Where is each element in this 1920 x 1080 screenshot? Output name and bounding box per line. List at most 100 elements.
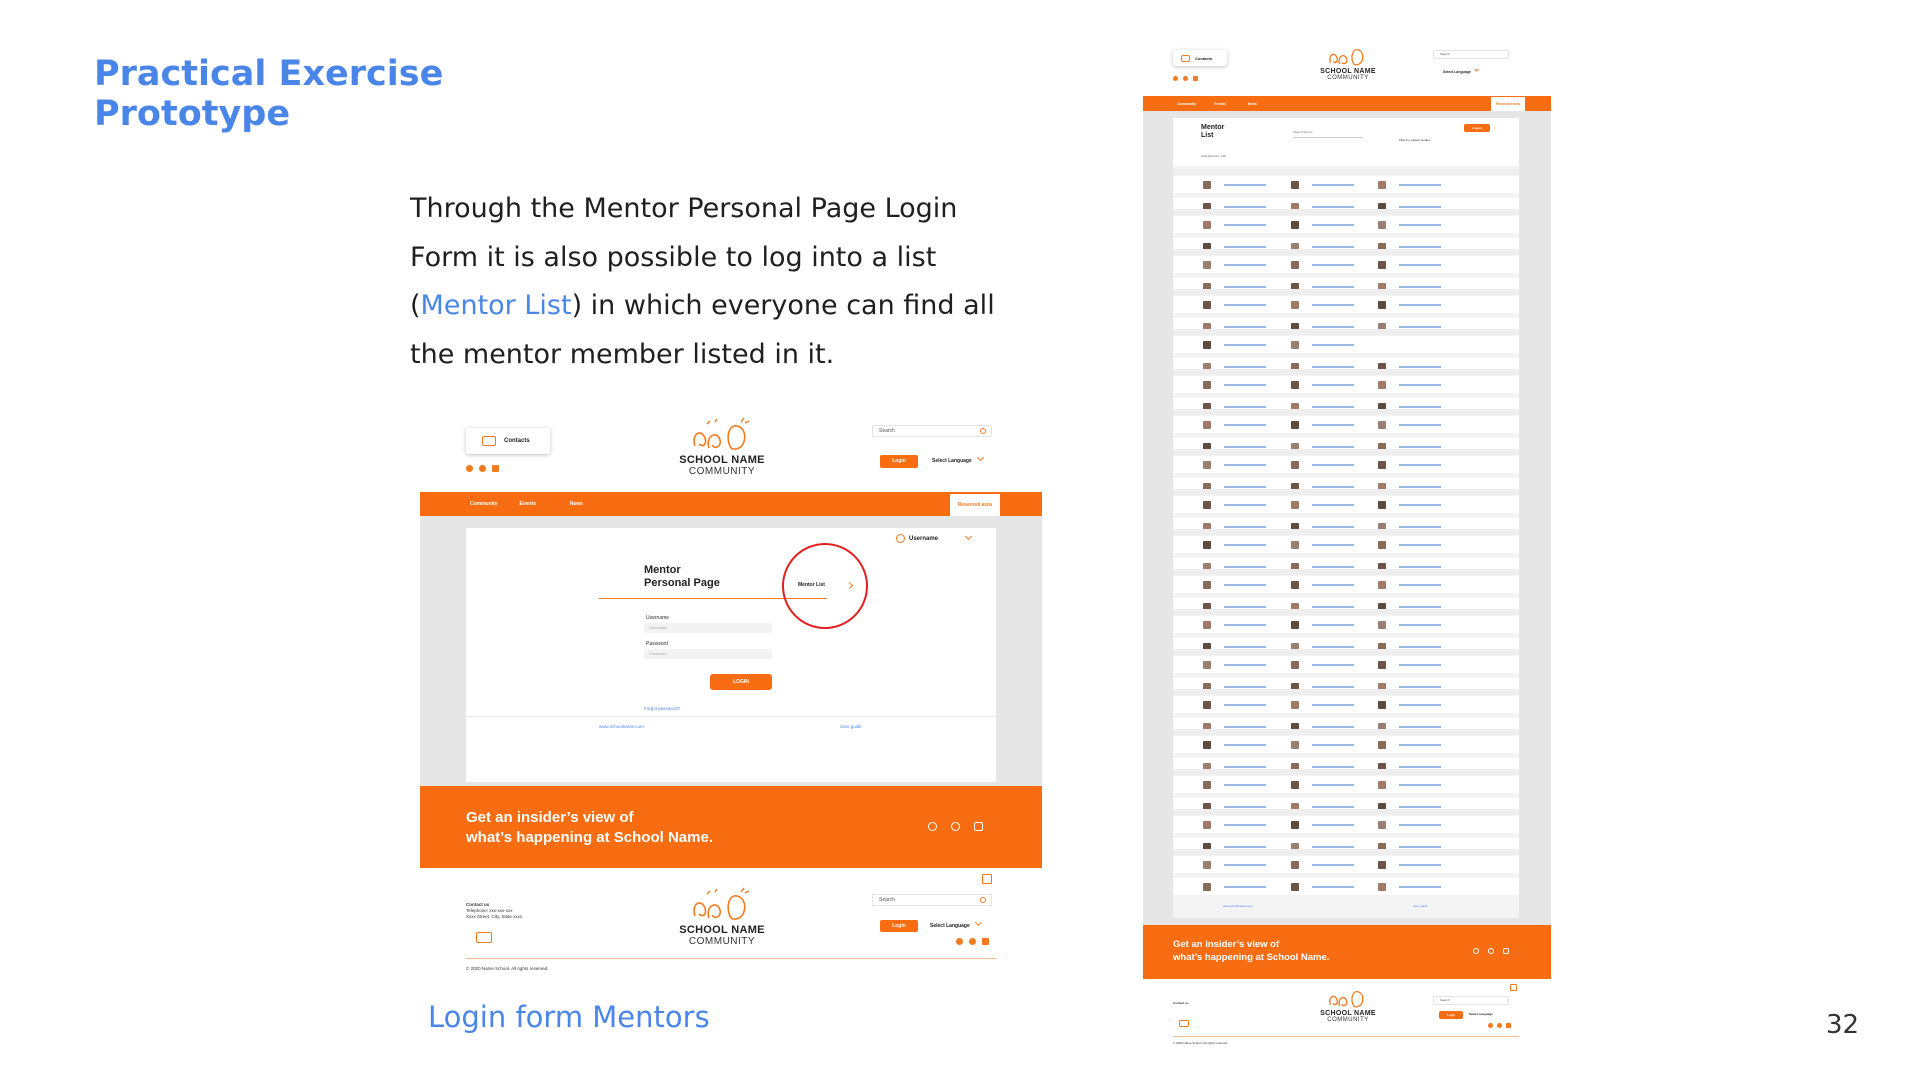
mentor-name-link[interactable] [1399,446,1441,448]
site-link[interactable]: www.schoolname.com [599,724,644,729]
mentor-entry[interactable] [1291,421,1354,429]
instagram-icon[interactable] [479,465,486,472]
mentor-name-link[interactable] [1224,726,1266,728]
mentor-name-link[interactable] [1224,784,1266,786]
mentor-name-link[interactable] [1224,424,1266,426]
mentor-name-link[interactable] [1312,446,1354,448]
mentor-name-link[interactable] [1224,446,1266,448]
chat-icon[interactable] [476,932,492,943]
linkedin-icon[interactable] [1193,76,1198,81]
mentor-name-link[interactable] [1224,286,1266,288]
mentor-name-link[interactable] [1224,584,1266,586]
mentor-name-link[interactable] [1399,384,1441,386]
mentor-entry[interactable] [1291,861,1354,869]
mentor-entry[interactable] [1291,581,1354,589]
mentor-entry[interactable] [1378,883,1441,891]
mentor-name-link[interactable] [1312,544,1354,546]
mentor-name-link[interactable] [1224,886,1266,888]
mentor-name-link[interactable] [1312,344,1354,346]
mentor-name-link[interactable] [1399,646,1441,648]
mentor-entry[interactable] [1203,701,1266,709]
mentor-name-link[interactable] [1224,344,1266,346]
reserved-area-tab[interactable]: Reserved area [1491,97,1525,111]
mentor-entry[interactable] [1291,701,1354,709]
mentor-name-link[interactable] [1312,304,1354,306]
mentor-entry[interactable] [1378,861,1441,869]
username-dropdown[interactable]: Username [896,532,973,543]
facebook-icon[interactable] [928,822,937,831]
linkedin-icon[interactable] [1506,1023,1511,1028]
mentor-name-link[interactable] [1399,366,1441,368]
linkedin-icon[interactable] [1503,948,1509,954]
mentor-entry[interactable] [1291,381,1354,389]
mentor-name-link[interactable] [1224,304,1266,306]
mentor-entry[interactable] [1291,501,1354,509]
mentor-name-link[interactable] [1312,184,1354,186]
mentor-name-link[interactable] [1399,846,1441,848]
mentor-name-link[interactable] [1399,544,1441,546]
site-link[interactable]: www.schoolname.com [1223,904,1253,908]
mentor-entry[interactable] [1291,621,1354,629]
language-select[interactable]: Select Language [932,453,984,464]
mentor-name-link[interactable] [1399,806,1441,808]
instagram-icon[interactable] [1488,948,1494,954]
mentor-name-link[interactable] [1224,846,1266,848]
user-guide-link[interactable]: User guide [840,724,862,729]
mentor-name-link[interactable] [1224,246,1266,248]
mentor-name-link[interactable] [1312,806,1354,808]
mentor-entry[interactable] [1291,261,1354,269]
scroll-top-icon[interactable] [1510,984,1517,991]
mentor-name-link[interactable] [1399,704,1441,706]
mentor-name-link[interactable] [1312,424,1354,426]
school-logo[interactable]: SCHOOL NAME COMMUNITY [672,414,772,477]
mentor-name-link[interactable] [1312,406,1354,408]
linkedin-icon[interactable] [982,938,989,945]
mentor-name-link[interactable] [1399,686,1441,688]
mentor-name-link[interactable] [1312,704,1354,706]
mentor-name-link[interactable] [1224,526,1266,528]
mentor-name-link[interactable] [1399,584,1441,586]
instagram-icon[interactable] [969,938,976,945]
user-guide-link[interactable]: User guide [1413,904,1428,908]
mentor-name-link[interactable] [1399,246,1441,248]
mentor-name-link[interactable] [1312,846,1354,848]
mentor-name-link[interactable] [1399,286,1441,288]
mentor-name-link[interactable] [1312,784,1354,786]
header-login-button[interactable]: Login [880,455,918,468]
reserved-area-tab[interactable]: Reserved area [950,494,1000,516]
mentor-name-link[interactable] [1399,864,1441,866]
mentor-name-link[interactable] [1312,606,1354,608]
mentor-entry[interactable] [1291,461,1354,469]
mentor-name-link[interactable] [1224,206,1266,208]
mentor-name-link[interactable] [1312,886,1354,888]
mentor-entry[interactable] [1378,661,1441,669]
mentor-entry[interactable] [1291,781,1354,789]
facebook-icon[interactable] [956,938,963,945]
mentor-name-link[interactable] [1399,424,1441,426]
mentor-name-link[interactable] [1224,544,1266,546]
mentor-name-link[interactable] [1224,686,1266,688]
mentor-name-link[interactable] [1399,326,1441,328]
logout-button[interactable]: Logout [1464,124,1490,132]
mentor-entry[interactable] [1378,301,1441,309]
mentor-entry[interactable] [1203,501,1266,509]
mentor-name-link[interactable] [1399,566,1441,568]
mentor-entry[interactable] [1203,181,1266,189]
mentor-name-link[interactable] [1224,664,1266,666]
mentor-name-link[interactable] [1399,624,1441,626]
chat-icon[interactable] [1179,1020,1189,1027]
nav-news[interactable]: News [1248,102,1257,106]
mentor-name-link[interactable] [1224,806,1266,808]
mentor-entry[interactable] [1378,781,1441,789]
footer-logo[interactable]: SCHOOL NAME COMMUNITY [1313,984,1383,1023]
mentor-name-link[interactable] [1224,224,1266,226]
mentor-name-link[interactable] [1399,726,1441,728]
mentor-entry[interactable] [1378,821,1441,829]
contacts-button[interactable]: Contacts [466,428,550,454]
mentor-entry[interactable] [1203,621,1266,629]
mentor-entry[interactable] [1203,821,1266,829]
mentor-name-link[interactable] [1312,744,1354,746]
instagram-icon[interactable] [1183,76,1188,81]
footer-login-button[interactable]: Login [880,920,918,932]
mentor-name-link[interactable] [1399,464,1441,466]
